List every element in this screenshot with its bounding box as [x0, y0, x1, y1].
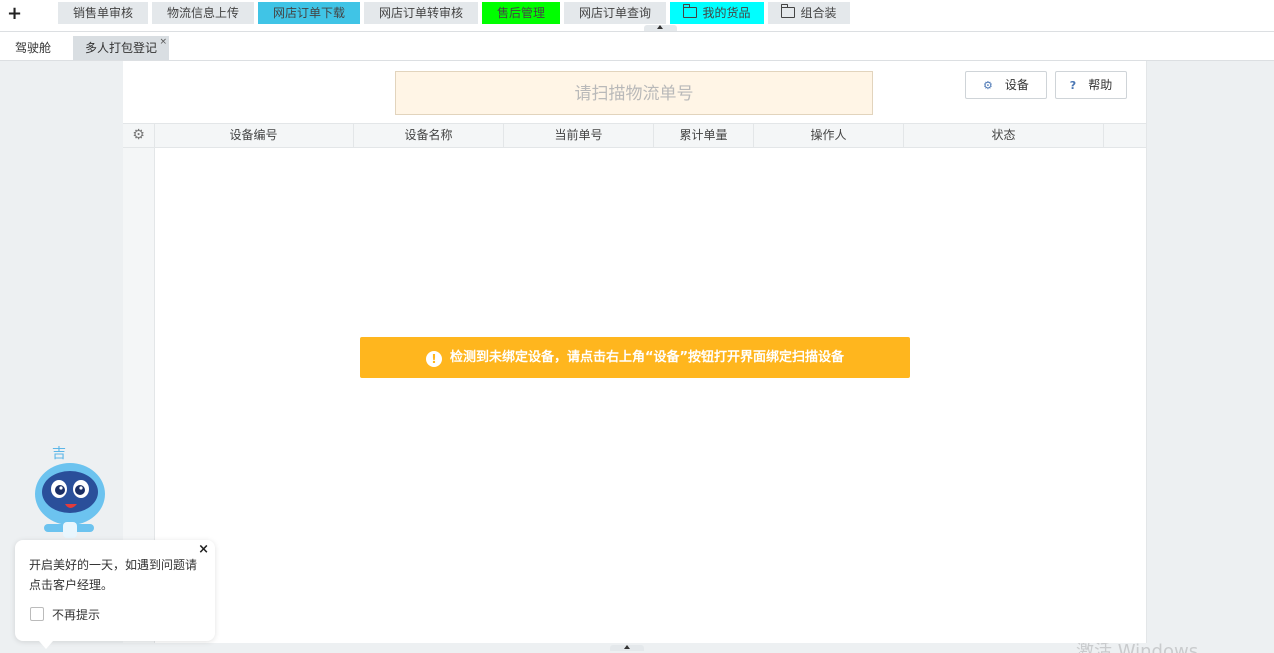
unbound-device-warning: ! 检测到未绑定设备，请点击右上角“设备”按钮打开界面绑定扫描设备: [360, 337, 910, 378]
column-device-id[interactable]: 设备编号: [154, 124, 354, 147]
gear-icon: ⚙: [983, 79, 993, 92]
tab-online-order-to-review[interactable]: 网店订单转审核: [364, 2, 478, 24]
column-device-name[interactable]: 设备名称: [354, 124, 504, 147]
assistant-tip-message: 开启美好的一天，如遇到问题请点击客户经理。: [29, 558, 198, 592]
help-button-label: 帮助: [1088, 78, 1113, 92]
dont-show-again-checkbox[interactable]: [30, 607, 44, 621]
question-icon: ?: [1069, 79, 1077, 92]
tab-combo[interactable]: 组合装: [768, 2, 850, 24]
close-icon[interactable]: ×: [159, 30, 167, 54]
scan-tracking-input[interactable]: 请扫描物流单号: [395, 71, 873, 115]
assistant-tip-bubble: × 开启美好的一天，如遇到问题请点击客户经理。 不再提示: [15, 540, 215, 649]
tab-online-order-query[interactable]: 网店订单查询: [564, 2, 666, 24]
tab-sales-order-review[interactable]: 销售单审核: [58, 2, 148, 24]
device-button-label: 设备: [1004, 78, 1029, 92]
column-current-order[interactable]: 当前单号: [504, 124, 654, 147]
collapse-toolbar-handle[interactable]: [644, 25, 677, 31]
assistant-mascot-icon[interactable]: 吉: [30, 442, 110, 542]
dont-show-again-label[interactable]: 不再提示: [52, 606, 100, 623]
column-operator[interactable]: 操作人: [754, 124, 904, 147]
warning-text: 检测到未绑定设备，请点击右上角“设备”按钮打开界面绑定扫描设备: [449, 350, 845, 365]
folder-icon: [781, 4, 796, 18]
activation-watermark: 激活 Windows: [1076, 643, 1198, 653]
tab-multi-pack-register-label: 多人打包登记: [84, 41, 157, 55]
tab-logistics-upload[interactable]: 物流信息上传: [152, 2, 254, 24]
column-settings-gear-icon[interactable]: ⚙: [123, 124, 155, 147]
device-table-header: ⚙ 设备编号 设备名称 当前单号 累计单量 操作人 状态: [123, 123, 1146, 148]
tab-multi-pack-register[interactable]: 多人打包登记 ×: [73, 36, 169, 60]
column-status[interactable]: 状态: [904, 124, 1104, 147]
tab-cockpit[interactable]: 驾驶舱: [0, 36, 66, 60]
device-settings-button[interactable]: ⚙ 设备: [965, 71, 1047, 99]
exclamation-icon: !: [425, 351, 442, 367]
tab-online-order-download[interactable]: 网店订单下载: [258, 2, 360, 24]
main-panel: 请扫描物流单号 ⚙ 设备 ? 帮助 ⚙ 设备编号 设备名称 当前单号 累计单量 操作…: [123, 61, 1147, 643]
tab-my-goods-label: 我的货品: [702, 6, 751, 20]
column-total-orders[interactable]: 累计单量: [654, 124, 754, 147]
svg-text:吉: 吉: [52, 446, 66, 462]
plus-icon[interactable]: +: [7, 4, 22, 24]
tab-after-sales[interactable]: 售后管理: [482, 2, 560, 24]
folder-icon: [683, 4, 698, 18]
page-tab-row: 驾驶舱 多人打包登记 ×: [0, 32, 1274, 61]
top-toolbar: + 销售单审核 物流信息上传 网店订单下载 网店订单转审核 售后管理 网店订单查…: [0, 0, 1274, 32]
tab-combo-label: 组合装: [800, 6, 837, 20]
help-button[interactable]: ? 帮助: [1055, 71, 1127, 99]
tab-my-goods[interactable]: 我的货品: [670, 2, 764, 24]
collapse-bottom-handle[interactable]: [610, 645, 644, 651]
